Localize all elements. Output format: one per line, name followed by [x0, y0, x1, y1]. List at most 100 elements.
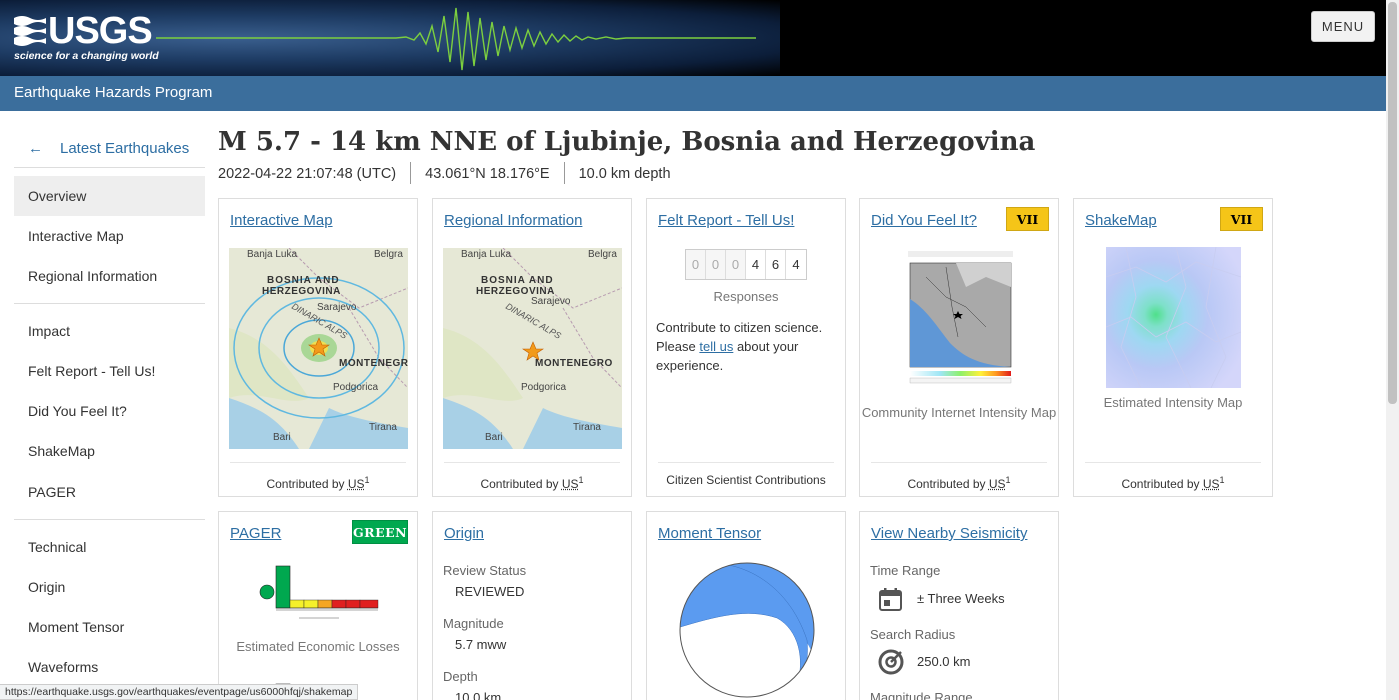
map-label-tirana: Tirana — [573, 422, 601, 433]
sidebar-item-technical[interactable]: Technical — [14, 527, 205, 567]
shakemap-thumbnail[interactable] — [1106, 247, 1241, 388]
card-pager[interactable]: PAGER GREEN Estimated Economic Losses — [218, 511, 418, 700]
usgs-logo[interactable]: USGS science for a changing world — [14, 10, 159, 64]
contributed-by: Contributed by US1 — [871, 462, 1047, 496]
regional-information-link[interactable]: Regional Information — [444, 212, 582, 229]
economic-losses-histogram[interactable] — [259, 562, 381, 630]
interactive-map-thumbnail[interactable]: Banja Luka Belgra BOSNIA AND HERZEGOVINA… — [229, 248, 408, 449]
event-depth: 10.0 km depth — [578, 165, 671, 182]
time-range-value: ± Three Weeks — [917, 591, 1005, 606]
shakemap-link[interactable]: ShakeMap — [1085, 212, 1157, 229]
map-label-sarajevo: Sarajevo — [531, 296, 571, 307]
counter-digit: 4 — [786, 250, 806, 279]
map-label-bosnia: BOSNIA AND — [481, 275, 554, 286]
pager-link[interactable]: PAGER — [230, 525, 281, 542]
tell-us-link[interactable]: tell us — [699, 339, 733, 354]
sidebar-item-shakemap[interactable]: ShakeMap — [14, 431, 205, 471]
logo-tagline: science for a changing world — [14, 50, 159, 62]
map-label-bari: Bari — [273, 432, 291, 443]
map-label-montenegro: MONTENEGRO — [535, 358, 613, 369]
dyfi-link[interactable]: Did You Feel It? — [871, 212, 977, 229]
felt-report-text: Contribute to citizen science. Please te… — [656, 320, 823, 373]
review-status-label: Review Status — [443, 563, 527, 578]
regional-map-thumbnail[interactable]: Banja Luka Belgra BOSNIA AND HERZEGOVINA… — [443, 248, 622, 449]
map-label-podgorica: Podgorica — [521, 382, 566, 393]
dyfi-map-thumbnail[interactable] — [906, 247, 1015, 388]
moment-tensor-link[interactable]: Moment Tensor — [658, 525, 761, 542]
review-status-value: REVIEWED — [455, 584, 525, 599]
sidebar-item-origin[interactable]: Origin — [14, 567, 205, 607]
usgs-logo-icon — [14, 16, 46, 46]
event-title: M 5.7 - 14 km NNE of Ljubinje, Bosnia an… — [218, 127, 1036, 157]
counter-digit: 0 — [706, 250, 726, 279]
map-label-tirana: Tirana — [369, 422, 397, 433]
program-bar: Earthquake Hazards Program — [0, 76, 1386, 111]
shakemap-intensity-badge: VII — [1220, 207, 1263, 231]
sidebar-divider — [14, 167, 205, 168]
counter-digit: 6 — [766, 250, 786, 279]
back-link-label: Latest Earthquakes — [60, 140, 190, 157]
map-label-belgra: Belgra — [588, 249, 617, 260]
sidebar-item-dyfi[interactable]: Did You Feel It? — [14, 391, 205, 431]
sidebar-item-waveforms[interactable]: Waveforms — [14, 647, 205, 687]
event-meta: 2022-04-22 21:07:48 (UTC) 43.061°N 18.176… — [218, 162, 671, 184]
interactive-map-link[interactable]: Interactive Map — [230, 212, 333, 229]
map-label-montenegro: MONTENEGRO — [339, 358, 408, 369]
beachball-diagram[interactable] — [677, 560, 817, 700]
calendar-icon — [879, 588, 902, 611]
search-radius-value: 250.0 km — [917, 654, 971, 669]
sidebar-item-regional-information[interactable]: Regional Information — [14, 256, 205, 296]
map-label-podgorica: Podgorica — [333, 382, 378, 393]
citizen-contributions: Citizen Scientist Contributions — [658, 462, 834, 496]
map-label-bari: Bari — [485, 432, 503, 443]
sidebar-item-overview[interactable]: Overview — [14, 176, 205, 216]
shakemap-caption: Estimated Intensity Map — [1103, 395, 1243, 410]
map-label-banja-luka: Banja Luka — [461, 249, 511, 260]
card-shakemap[interactable]: ShakeMap VII Estimated Intensity Map Con… — [1073, 198, 1273, 497]
radius-target-icon — [878, 649, 904, 675]
magnitude-value: 5.7 mww — [455, 637, 507, 652]
sidebar-item-felt-report[interactable]: Felt Report - Tell Us! — [14, 351, 205, 391]
card-interactive-map[interactable]: Interactive Map Banja Luka Belgra BOSNIA… — [218, 198, 418, 497]
back-arrow-icon: ← — [28, 140, 43, 157]
scrollbar-thumb[interactable] — [1388, 2, 1397, 404]
meta-separator — [563, 162, 565, 184]
program-title[interactable]: Earthquake Hazards Program — [14, 84, 212, 101]
depth-label: Depth — [443, 669, 478, 684]
sidebar-item-moment-tensor[interactable]: Moment Tensor — [14, 607, 205, 647]
card-origin[interactable]: Origin Review Status REVIEWED Magnitude … — [432, 511, 632, 700]
sidebar-item-interactive-map[interactable]: Interactive Map — [14, 216, 205, 256]
time-range-label: Time Range — [870, 563, 941, 578]
map-label-banja-luka: Banja Luka — [247, 249, 297, 260]
responses-label: Responses — [713, 289, 779, 304]
site-header: USGS science for a changing world MENU — [0, 0, 1386, 76]
felt-report-link[interactable]: Felt Report - Tell Us! — [658, 212, 794, 229]
counter-digit: 0 — [686, 250, 706, 279]
nearby-seismicity-link[interactable]: View Nearby Seismicity — [871, 525, 1027, 542]
menu-button[interactable]: MENU — [1311, 11, 1375, 42]
responses-counter: 0 0 0 4 6 4 — [685, 249, 807, 280]
dyfi-intensity-badge: VII — [1006, 207, 1049, 231]
card-nearby-seismicity[interactable]: View Nearby Seismicity Time Range ± Thre… — [859, 511, 1059, 700]
depth-value: 10.0 km — [455, 690, 502, 700]
card-moment-tensor[interactable]: Moment Tensor — [646, 511, 846, 700]
card-dyfi[interactable]: Did You Feel It? VII Community Internet … — [859, 198, 1059, 497]
card-regional-information[interactable]: Regional Information Banja Luka Belgra B… — [432, 198, 632, 497]
sidebar-item-pager[interactable]: PAGER — [14, 472, 205, 512]
card-felt-report[interactable]: Felt Report - Tell Us! 0 0 0 4 6 4 Respo… — [646, 198, 846, 497]
origin-link[interactable]: Origin — [444, 525, 484, 542]
event-time: 2022-04-22 21:07:48 (UTC) — [218, 165, 397, 182]
counter-digit: 0 — [726, 250, 746, 279]
dyfi-caption: Community Internet Intensity Map — [861, 405, 1057, 420]
event-location: 43.061°N 18.176°E — [425, 165, 550, 182]
meta-separator — [410, 162, 412, 184]
sidebar-item-impact[interactable]: Impact — [14, 311, 205, 351]
status-bar-url: https://earthquake.usgs.gov/earthquakes/… — [0, 684, 359, 700]
contributed-by: Contributed by US1 — [444, 462, 620, 496]
counter-digit: 4 — [746, 250, 766, 279]
latest-earthquakes-link[interactable]: ← Latest Earthquakes — [28, 140, 189, 157]
contributed-by: Contributed by US1 — [230, 462, 406, 496]
page-scrollbar[interactable] — [1386, 0, 1399, 700]
map-label-belgra: Belgra — [374, 249, 403, 260]
map-label-bosnia: BOSNIA AND — [267, 275, 340, 286]
